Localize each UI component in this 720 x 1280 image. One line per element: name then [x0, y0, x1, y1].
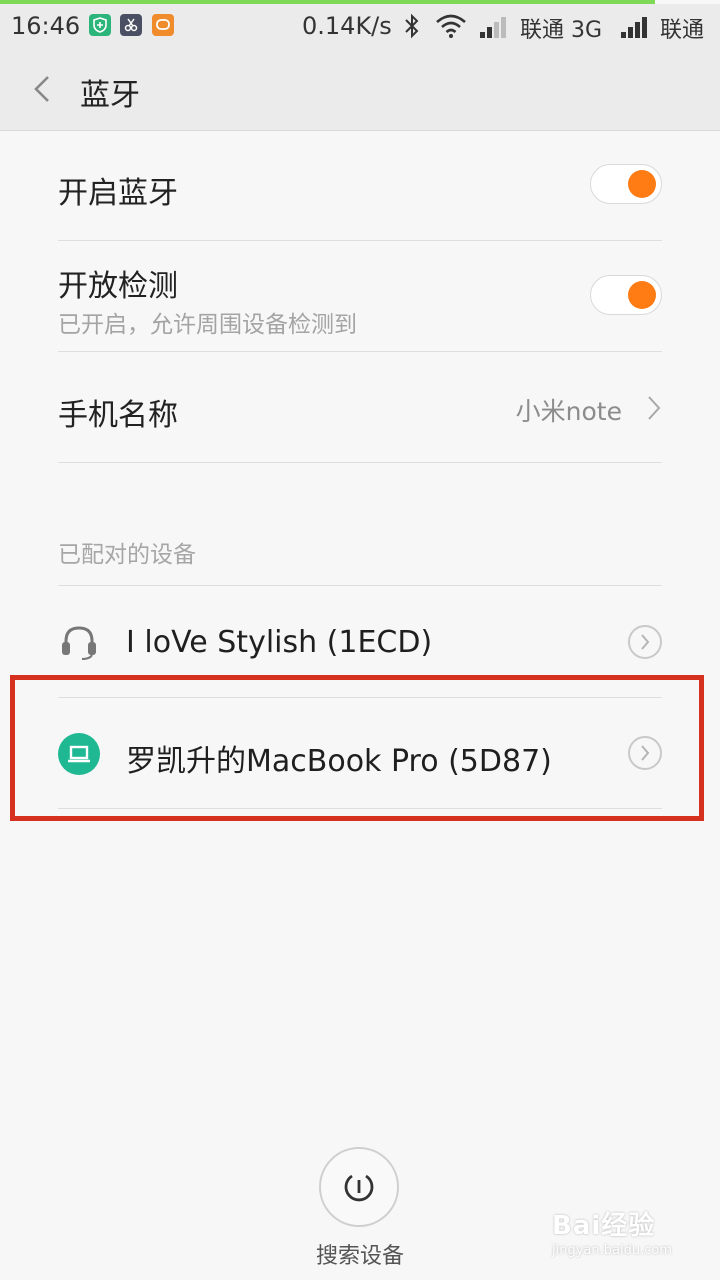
headset-icon — [60, 624, 98, 664]
scissors-app-icon — [120, 14, 142, 36]
phone-name-value: 小米note — [515, 397, 622, 426]
search-devices-button[interactable] — [319, 1147, 399, 1227]
status-time: 16:46 — [11, 12, 81, 40]
device-detail-button[interactable] — [628, 625, 662, 659]
watermark-url: jingyan.baidu.com — [552, 1243, 672, 1258]
chat-app-icon — [152, 14, 174, 36]
watermark-logo: Bai经验 — [552, 1211, 656, 1241]
device-name: I loVe Stylish (1ECD) — [126, 625, 433, 660]
chevron-right-icon — [646, 394, 662, 422]
carrier-label-1: 联通 3G — [520, 18, 603, 43]
paired-devices-header: 已配对的设备 — [58, 542, 196, 568]
bluetooth-toggle-row[interactable]: 开启蓝牙 — [58, 130, 662, 241]
discoverable-toggle-row[interactable]: 开放检测 已开启，允许周围设备检测到 — [58, 241, 662, 352]
discoverable-subtitle: 已开启，允许周围设备检测到 — [58, 312, 357, 338]
page-title: 蓝牙 — [80, 78, 140, 113]
phone-name-label: 手机名称 — [58, 398, 178, 433]
network-speed: 0.14K/s — [302, 12, 392, 40]
bluetooth-icon — [402, 12, 422, 44]
discoverable-label: 开放检测 — [58, 269, 178, 304]
highlight-box — [10, 675, 704, 821]
bluetooth-switch[interactable] — [590, 164, 662, 204]
switch-knob — [628, 170, 656, 198]
status-bar: 16:46 0.14K/s 联通 3G 联通 — [0, 4, 720, 48]
title-bar: 蓝牙 — [0, 48, 720, 131]
back-button[interactable] — [28, 72, 58, 106]
signal-icon-2 — [620, 14, 650, 44]
discoverable-switch[interactable] — [590, 275, 662, 315]
search-devices-label: 搜索设备 — [315, 1244, 404, 1269]
phone-name-row[interactable]: 手机名称 小米note — [58, 352, 662, 463]
wifi-icon — [434, 12, 468, 44]
signal-icon — [479, 14, 509, 44]
switch-knob — [628, 281, 656, 309]
bluetooth-label: 开启蓝牙 — [58, 176, 178, 211]
shield-app-icon — [89, 14, 111, 36]
carrier-label-2: 联通 — [660, 18, 705, 43]
